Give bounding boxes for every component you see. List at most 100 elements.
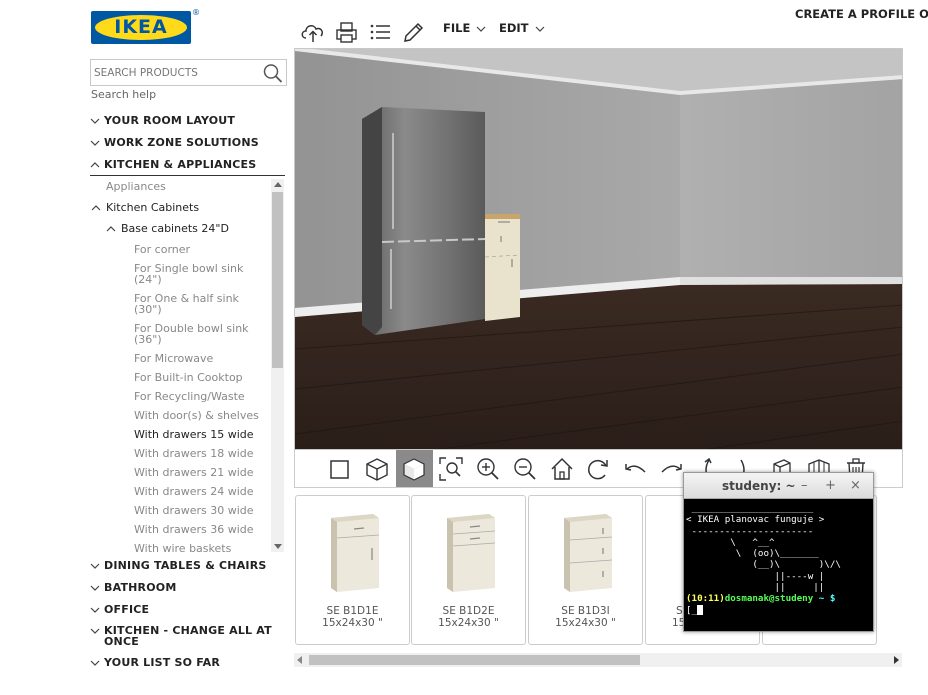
scrollbar-thumb[interactable]	[309, 655, 640, 665]
rotate-icon[interactable]	[585, 456, 611, 482]
terminal-line: (__)\ )\/\	[686, 559, 841, 571]
scrollbar-thumb[interactable]	[272, 192, 283, 368]
ikea-kitchen-planner: IKEA ® Search help YOUR ROOM LAYOUT WORK…	[0, 0, 928, 695]
scroll-right-arrow-icon[interactable]	[894, 656, 899, 664]
terminal-window[interactable]: studeny: ~ – + × ______________________ <…	[683, 472, 874, 632]
nav-section-work-zone-solutions[interactable]: WORK ZONE SOLUTIONS	[90, 136, 259, 149]
terminal-line: ||----w |	[686, 570, 825, 582]
zoom-in-icon[interactable]	[475, 456, 501, 482]
prompt-continuation: [_	[686, 604, 698, 616]
sidebar-item-drawers-21-wide[interactable]: With drawers 21 wide	[134, 467, 254, 478]
terminal-line: \ (oo)\_______	[686, 548, 819, 560]
sidebar-item-for-corner[interactable]: For corner	[134, 244, 190, 255]
room-3d-view[interactable]	[294, 48, 903, 450]
3d-view-icon[interactable]	[364, 456, 390, 482]
terminal-input-line[interactable]: [_	[686, 605, 872, 616]
file-menu-label: FILE	[443, 21, 471, 35]
sidebar-item-microwave[interactable]: For Microwave	[134, 353, 213, 364]
terminal-line: ______________________	[686, 503, 814, 514]
terminal-line: \ ^__^	[686, 536, 775, 548]
create-profile-link[interactable]: CREATE A PROFILE OR LOG IN	[795, 7, 928, 21]
nav-section-label: YOUR ROOM LAYOUT	[104, 114, 236, 127]
search-icon[interactable]	[262, 63, 283, 83]
product-dimensions: 15x24x30 "	[555, 617, 616, 629]
close-icon[interactable]: ×	[850, 478, 861, 493]
nav-section-kitchen-appliances[interactable]: KITCHEN & APPLIANCES	[90, 158, 256, 171]
terminal-line: || ||	[686, 582, 825, 594]
terminal-output[interactable]: ______________________ < IKEA planovac fu…	[686, 503, 872, 630]
2d-view-icon[interactable]	[327, 456, 353, 482]
nav-section-office[interactable]: OFFICE	[90, 603, 149, 616]
room-render	[295, 49, 902, 449]
sidebar-item-wire-baskets[interactable]: With wire baskets	[134, 543, 231, 554]
scroll-up-arrow-icon[interactable]	[274, 182, 282, 187]
scroll-down-arrow-icon[interactable]	[274, 544, 282, 549]
search-input[interactable]	[94, 65, 254, 81]
chevron-down-icon	[476, 26, 486, 32]
nav-section-label: YOUR LIST SO FAR	[104, 656, 221, 669]
product-dimensions: 15x24x30 "	[322, 617, 383, 629]
redo-icon[interactable]	[659, 456, 685, 482]
chevron-up-icon	[106, 223, 121, 234]
nav-section-dining-tables-chairs[interactable]: DINING TABLES & CHAIRS	[90, 559, 267, 572]
list-icon[interactable]	[368, 20, 394, 44]
undo-icon[interactable]	[622, 456, 648, 482]
scroll-left-arrow-icon[interactable]	[297, 656, 302, 664]
file-menu[interactable]: FILE	[443, 21, 486, 35]
edit-menu-label: EDIT	[499, 21, 529, 35]
nav-section-label: BATHROOM	[104, 581, 177, 594]
print-icon[interactable]	[334, 20, 360, 44]
product-card[interactable]: SE B1D2E 15x24x30 "	[411, 495, 526, 645]
nav-section-bathroom[interactable]: BATHROOM	[90, 581, 176, 594]
search-help-link[interactable]: Search help	[91, 88, 156, 101]
maximize-icon[interactable]: +	[825, 478, 836, 493]
product-card[interactable]: SE B1D1E 15x24x30 "	[295, 495, 410, 645]
product-code: SE B1D3I	[561, 605, 610, 617]
products-scrollbar[interactable]	[294, 653, 902, 667]
sidebar-item-base-cabinets[interactable]: Base cabinets 24"D	[106, 223, 229, 234]
edit-menu[interactable]: EDIT	[499, 21, 545, 35]
product-card[interactable]: SE B1D3I 15x24x30 "	[528, 495, 643, 645]
sidebar-item-appliances[interactable]: Appliances	[106, 181, 166, 192]
sidebar-item-double-bowl-sink[interactable]: For Double bowl sink (36")	[134, 323, 249, 345]
nav-section-label: OFFICE	[104, 603, 150, 616]
chevron-up-icon	[91, 202, 106, 213]
sidebar-item-line2: (36")	[134, 333, 162, 346]
minimize-icon[interactable]: –	[801, 478, 808, 493]
sidebar-item-kitchen-cabinets[interactable]: Kitchen Cabinets	[91, 202, 199, 213]
nav-section-label: DINING TABLES & CHAIRS	[104, 559, 267, 572]
nav-section-your-room-layout[interactable]: YOUR ROOM LAYOUT	[90, 114, 235, 127]
product-dimensions: 15x24x30 "	[438, 617, 499, 629]
sidebar-item-doors-shelves[interactable]: With door(s) & shelves	[134, 410, 259, 421]
ikea-logo[interactable]: IKEA	[91, 11, 191, 44]
terminal-titlebar[interactable]: studeny: ~ – + ×	[684, 473, 873, 499]
sidebar-item-drawers-18-wide[interactable]: With drawers 18 wide	[134, 448, 254, 459]
home-icon[interactable]	[549, 456, 575, 482]
upload-icon[interactable]	[300, 20, 326, 44]
sidebar-item-built-in-cooktop[interactable]: For Built-in Cooktop	[134, 372, 243, 383]
sidebar-item-one-half-sink[interactable]: For One & half sink (30")	[134, 293, 239, 315]
base-cabinet-three-drawers-image	[564, 514, 613, 592]
sidebar-item-drawers-30-wide[interactable]: With drawers 30 wide	[134, 505, 254, 516]
base-cabinet-drawer-door-image	[331, 514, 380, 592]
sidebar-item-recycling-waste[interactable]: For Recycling/Waste	[134, 391, 245, 402]
chevron-down-icon	[535, 26, 544, 32]
sidebar-item-drawers-24-wide[interactable]: With drawers 24 wide	[134, 486, 254, 497]
sidebar-item-label: Base cabinets 24"D	[121, 222, 229, 235]
sidebar-item-drawers-36-wide[interactable]: With drawers 36 wide	[134, 524, 254, 535]
sidebar-scrollbar[interactable]	[271, 179, 284, 552]
prompt-path: ~ $	[813, 593, 836, 605]
product-code: SE B1D1E	[326, 605, 379, 617]
nav-section-kitchen-change-all[interactable]: KITCHEN - CHANGE ALL AT ONCE	[90, 625, 272, 647]
zoom-out-icon[interactable]	[512, 456, 538, 482]
section-divider	[90, 175, 285, 176]
prompt-user: dosmanak@studeny	[724, 593, 814, 605]
nav-section-label: WORK ZONE SOLUTIONS	[104, 136, 259, 149]
nav-section-your-list[interactable]: YOUR LIST SO FAR	[90, 656, 220, 669]
3d-solid-view-icon[interactable]	[401, 456, 427, 482]
sidebar-item-single-bowl-sink[interactable]: For Single bowl sink (24")	[134, 263, 243, 285]
zoom-fit-icon[interactable]	[438, 456, 464, 482]
chevron-down-icon	[90, 136, 104, 149]
pencil-icon[interactable]	[401, 20, 427, 44]
sidebar-item-drawers-15-wide[interactable]: With drawers 15 wide	[134, 429, 254, 440]
